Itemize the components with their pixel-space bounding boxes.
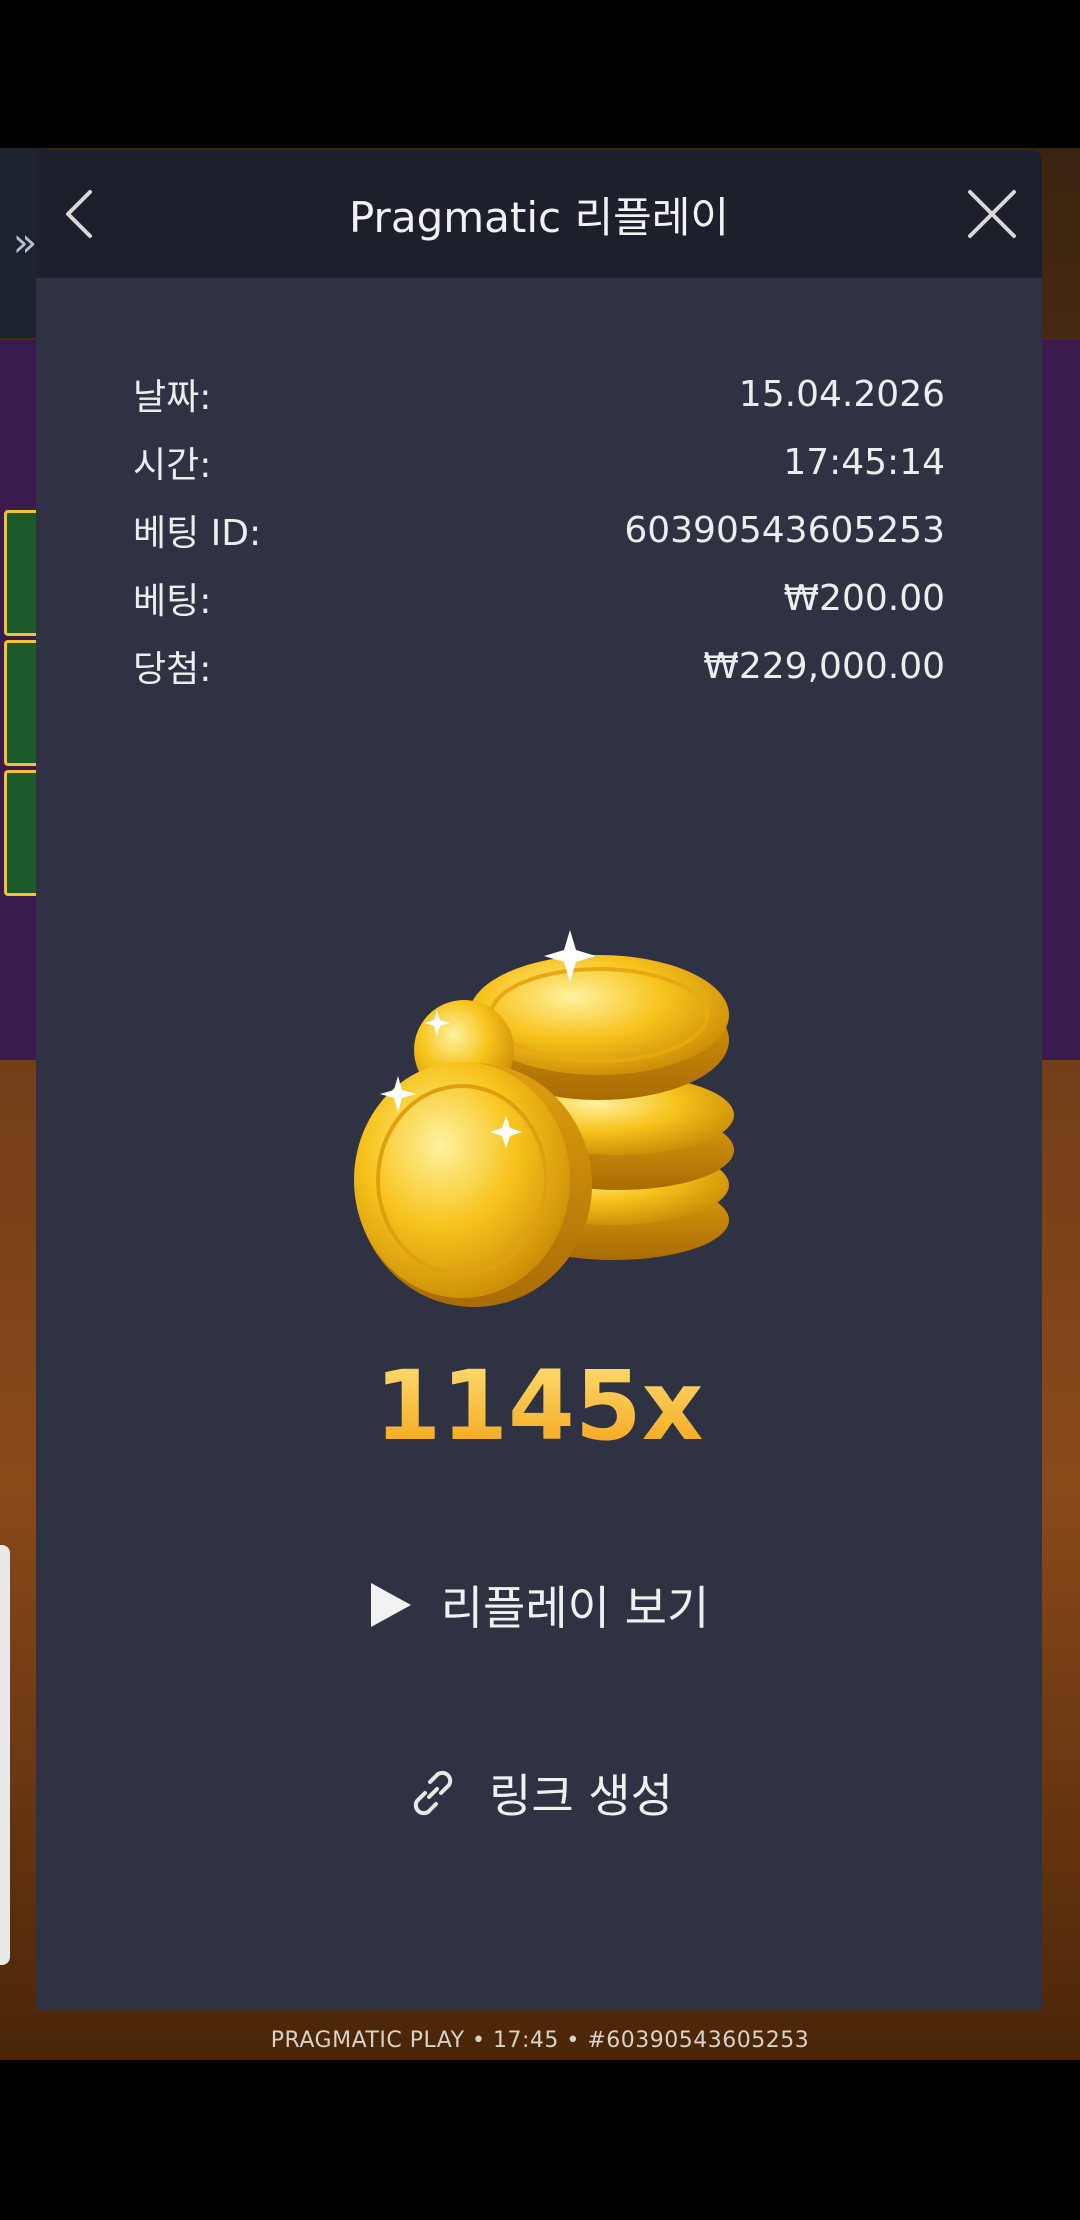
detail-value: ₩229,000.00 xyxy=(703,645,945,687)
detail-label: 당첨: xyxy=(133,649,212,690)
view-replay-label: 리플레이 보기 xyxy=(440,1581,710,1635)
detail-label: 날짜: xyxy=(133,377,212,418)
detail-label: 시간: xyxy=(133,445,212,486)
detail-row-time: 시간: 17:45:14 xyxy=(133,428,945,496)
replay-modal: Pragmatic 리플레이 날짜: 15.04.2026 시간: 17:45:… xyxy=(36,150,1042,2010)
detail-row-bet-id: 베팅 ID: 60390543605253 xyxy=(133,496,945,564)
chevron-left-icon[interactable] xyxy=(52,184,112,244)
modal-title: Pragmatic 리플레이 xyxy=(348,192,730,242)
win-multiplier: 1145x xyxy=(36,1350,1042,1462)
play-icon xyxy=(370,1583,411,1627)
reel-symbol xyxy=(4,770,40,896)
create-link-label: 링크 생성 xyxy=(489,1769,673,1823)
detail-value: 15.04.2026 xyxy=(738,373,945,415)
detail-value: 60390543605253 xyxy=(624,509,945,551)
create-link-button[interactable]: 링크 생성 xyxy=(36,1758,1042,1828)
side-handle[interactable] xyxy=(0,1545,10,1965)
view-replay-button[interactable]: 리플레이 보기 xyxy=(36,1570,1042,1640)
detail-row-date: 날짜: 15.04.2026 xyxy=(133,360,945,428)
detail-label: 베팅 ID: xyxy=(133,513,262,554)
bet-details: 날짜: 15.04.2026 시간: 17:45:14 베팅 ID: 60390… xyxy=(133,360,945,700)
detail-value: ₩200.00 xyxy=(783,577,945,619)
gold-coins-icon xyxy=(354,930,734,1307)
reel-symbol xyxy=(4,640,40,766)
link-icon xyxy=(413,1770,453,1816)
detail-value: 17:45:14 xyxy=(783,441,945,483)
double-chevron-right-icon: » xyxy=(12,220,38,266)
detail-row-win: 당첨: ₩229,000.00 xyxy=(133,632,945,700)
modal-header: Pragmatic 리플레이 xyxy=(36,150,1042,278)
reel-symbol xyxy=(4,510,40,636)
close-icon[interactable] xyxy=(964,186,1020,242)
detail-row-bet: 베팅: ₩200.00 xyxy=(133,564,945,632)
detail-label: 베팅: xyxy=(133,581,212,622)
footer-info: PRAGMATIC PLAY • 17:45 • #60390543605253 xyxy=(270,2028,810,2053)
